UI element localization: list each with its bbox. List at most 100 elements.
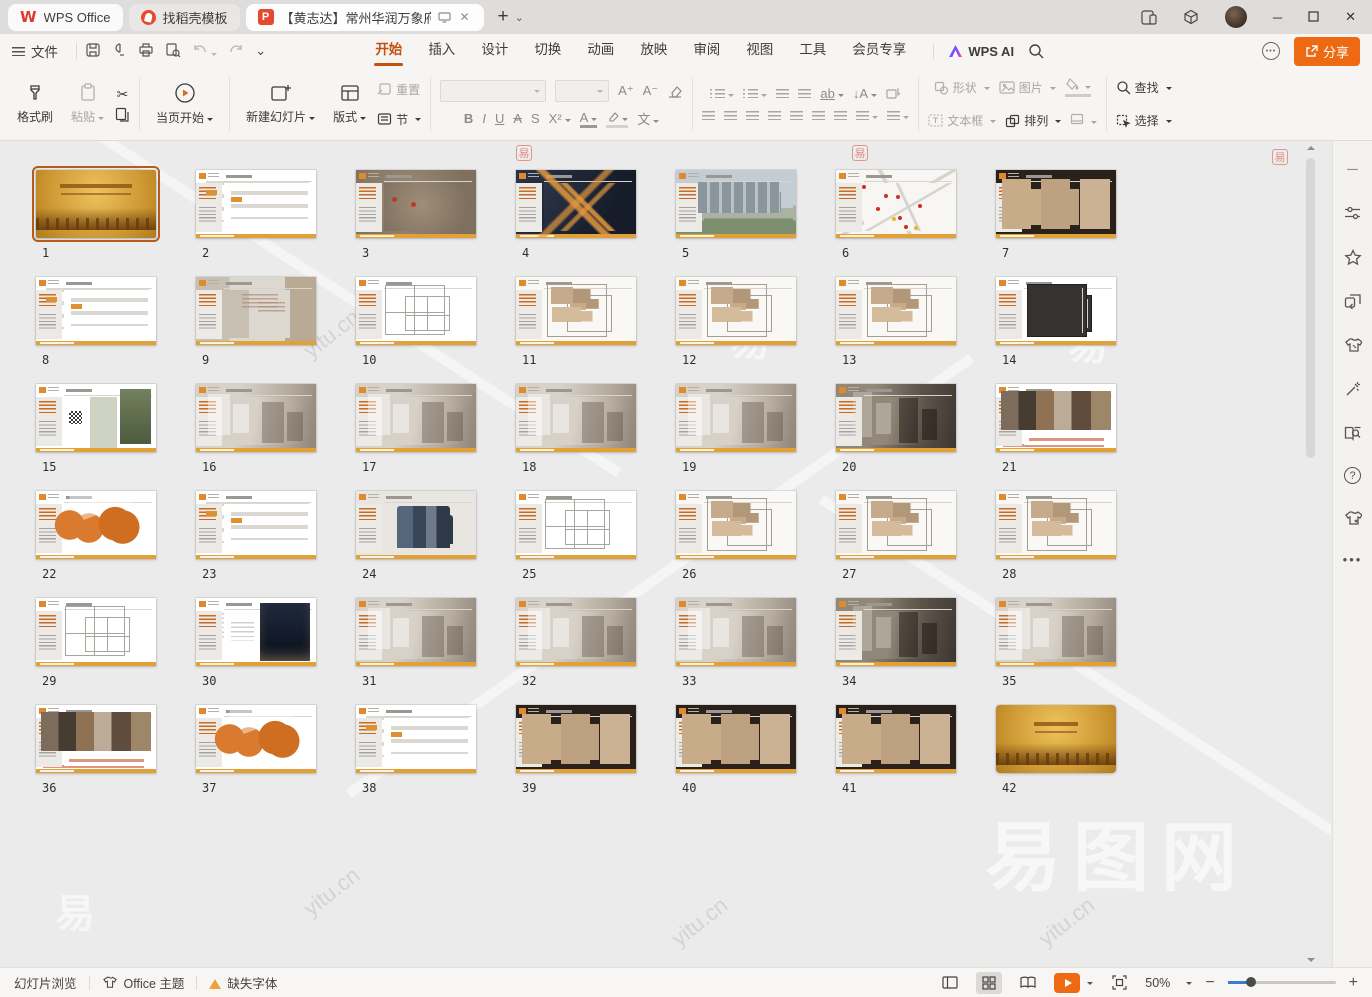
slide-5-preview[interactable]	[676, 170, 796, 238]
zoom-level[interactable]: 50%	[1145, 976, 1170, 990]
slide-thumbnail-41[interactable]: 41	[836, 705, 966, 795]
slide-14-preview[interactable]	[996, 277, 1116, 345]
export-pdf-icon[interactable]	[112, 42, 127, 61]
slide-31-preview[interactable]	[356, 598, 476, 666]
align-left-button[interactable]	[702, 108, 715, 123]
shadow-button[interactable]: S	[531, 111, 540, 126]
device-switch-icon[interactable]	[1141, 10, 1157, 25]
slide-thumbnail-1[interactable]: 1	[36, 170, 166, 260]
bold-button[interactable]: B	[464, 111, 473, 126]
layout-button[interactable]: 版式	[326, 81, 373, 127]
slide-thumbnail-23[interactable]: 23	[196, 491, 326, 581]
undo-icon[interactable]	[192, 43, 217, 60]
increase-font-icon[interactable]: A⁺	[618, 83, 634, 99]
zoom-in-button[interactable]: +	[1349, 974, 1358, 992]
file-menu[interactable]: 文件	[31, 41, 58, 61]
collapse-icon[interactable]: ─	[1343, 159, 1363, 179]
slide-thumbnail-4[interactable]: 4	[516, 170, 646, 260]
slide-thumbnail-17[interactable]: 17	[356, 384, 486, 474]
slide-thumbnail-30[interactable]: 30	[196, 598, 326, 688]
slide-thumbnail-40[interactable]: 40	[676, 705, 806, 795]
slide-41-preview[interactable]	[836, 705, 956, 773]
underline-button[interactable]: U	[495, 111, 504, 126]
slide-15-preview[interactable]	[36, 384, 156, 452]
align-objects-button[interactable]	[887, 108, 909, 123]
play-options-chevron-icon[interactable]	[1087, 982, 1093, 988]
slide-27-preview[interactable]	[836, 491, 956, 559]
slide-36-preview[interactable]	[36, 705, 156, 773]
slide-thumbnail-3[interactable]: 3	[356, 170, 486, 260]
maximize-button[interactable]	[1308, 10, 1319, 25]
slide-thumbnail-37[interactable]: 37	[196, 705, 326, 795]
slide-thumbnail-25[interactable]: 25	[516, 491, 646, 581]
reading-view-button[interactable]	[1015, 972, 1041, 994]
menu-tab-5[interactable]: 动画	[574, 34, 627, 68]
slide-19-preview[interactable]	[676, 384, 796, 452]
zoom-out-button[interactable]: −	[1205, 974, 1214, 992]
highlight-color-button[interactable]	[606, 110, 628, 128]
decrease-font-icon[interactable]: A⁻	[643, 83, 659, 99]
print-preview-icon[interactable]	[165, 42, 181, 61]
slide-2-preview[interactable]	[196, 170, 316, 238]
slide-7-preview[interactable]	[996, 170, 1116, 238]
slide-35-preview[interactable]	[996, 598, 1116, 666]
slide-18-preview[interactable]	[516, 384, 636, 452]
slide-3-preview[interactable]	[356, 170, 476, 238]
slide-thumbnail-29[interactable]: 29	[36, 598, 166, 688]
italic-button[interactable]: I	[482, 111, 486, 126]
slide-thumbnail-20[interactable]: 20	[836, 384, 966, 474]
row-spacing-down-button[interactable]	[834, 108, 847, 123]
reset-button[interactable]: 重置	[377, 76, 420, 102]
slide-thumbnail-36[interactable]: 36	[36, 705, 166, 795]
save-icon[interactable]	[85, 42, 101, 61]
numbered-list-button[interactable]	[743, 86, 767, 101]
distribute-button[interactable]	[790, 108, 803, 123]
slide-6-preview[interactable]	[836, 170, 956, 238]
close-tab-icon[interactable]: ✕	[460, 10, 470, 24]
textbox-button[interactable]: 文本框	[928, 108, 996, 134]
minimize-button[interactable]: ─	[1273, 10, 1282, 25]
convert-smartart-icon[interactable]	[886, 87, 901, 100]
slideshow-play-button[interactable]	[1054, 973, 1080, 993]
picture-button[interactable]: 图片	[999, 75, 1056, 101]
slide-thumbnail-21[interactable]: 21	[996, 384, 1126, 474]
justify-button[interactable]	[768, 108, 781, 123]
slide-25-preview[interactable]	[516, 491, 636, 559]
line-spacing-button[interactable]	[856, 108, 878, 123]
scrollbar-thumb[interactable]	[1306, 158, 1315, 458]
zoom-slider-knob[interactable]	[1246, 977, 1256, 987]
redo-icon[interactable]	[228, 43, 244, 60]
theme-button[interactable]: Office 主题	[102, 973, 185, 992]
slide-11-preview[interactable]	[516, 277, 636, 345]
new-tab-button[interactable]: +	[498, 6, 509, 28]
missing-font-warning[interactable]: 缺失字体	[209, 973, 277, 992]
phonetic-guide-button[interactable]: 文	[637, 109, 659, 128]
quickbar-chevron-icon[interactable]: ⌄	[255, 43, 266, 59]
slide-thumbnail-35[interactable]: 35	[996, 598, 1126, 688]
slide-1-preview[interactable]	[36, 170, 156, 238]
slide-thumbnail-22[interactable]: 22	[36, 491, 166, 581]
scroll-down-icon[interactable]	[1307, 958, 1315, 962]
clear-format-icon[interactable]	[667, 85, 683, 98]
menu-tab-9[interactable]: 工具	[786, 34, 839, 68]
menu-tab-4[interactable]: 切换	[521, 34, 574, 68]
adjust-settings-icon[interactable]	[1343, 203, 1363, 223]
magic-wand-icon[interactable]	[1343, 379, 1363, 399]
slide-33-preview[interactable]	[676, 598, 796, 666]
tab-list-chevron-icon[interactable]: ⌄	[515, 11, 524, 24]
section-button[interactable]: 节	[377, 106, 421, 132]
slide-thumbnail-38[interactable]: 38	[356, 705, 486, 795]
slide-37-preview[interactable]	[196, 705, 316, 773]
slide-22-preview[interactable]	[36, 491, 156, 559]
strikethrough-button[interactable]: A	[513, 111, 522, 126]
tab-document-active[interactable]: P 【黄志达】常州华润万象府样 ✕	[246, 4, 484, 31]
format-painter-button[interactable]: 格式刷	[10, 81, 60, 127]
font-color-button[interactable]: A	[580, 110, 598, 128]
menu-tab-3[interactable]: 设计	[468, 34, 521, 68]
print-icon[interactable]	[138, 42, 154, 60]
more-icon[interactable]: •••	[1343, 552, 1363, 567]
share-button[interactable]: 分享	[1294, 37, 1360, 66]
slide-28-preview[interactable]	[996, 491, 1116, 559]
cut-icon[interactable]: ✂	[117, 86, 129, 103]
menu-tab-2[interactable]: 插入	[415, 34, 468, 68]
